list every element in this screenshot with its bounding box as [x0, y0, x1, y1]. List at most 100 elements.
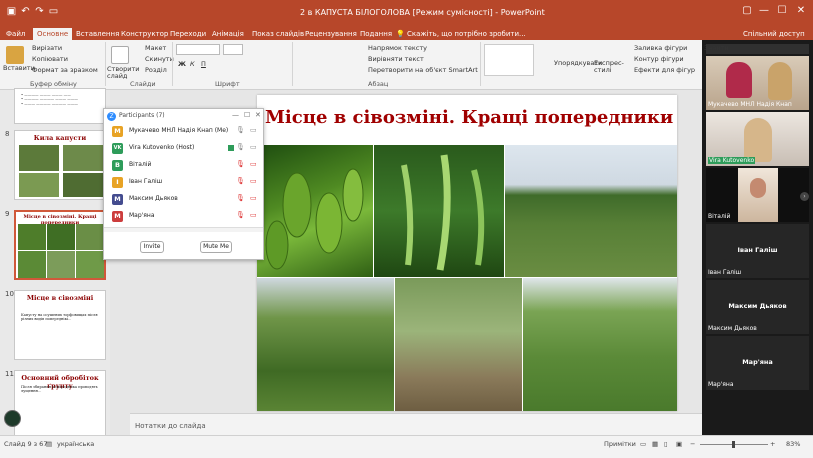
convert-smartart-button[interactable]: Перетворити на об'єкт SmartArt — [368, 66, 478, 74]
shape-effects-button[interactable]: Ефекти для фігур — [634, 66, 695, 74]
tab-file[interactable]: Файл — [6, 28, 25, 40]
thumbnail-slide-9[interactable]: Місце в сівозміні. Кращі попередники — [14, 210, 106, 280]
underline-button[interactable]: П — [201, 60, 206, 68]
field-photo — [505, 145, 677, 277]
font-size-select[interactable] — [223, 44, 243, 55]
tab-design[interactable]: Конструктор — [121, 28, 168, 40]
language-label[interactable]: українська — [57, 440, 94, 448]
mic-muted-icon[interactable]: 🎙 — [236, 211, 245, 219]
video-gallery[interactable]: Мукачево МНЛ Надія Кнап Vira Kutovenko В… — [702, 40, 813, 435]
bold-button[interactable]: Ж — [178, 60, 186, 68]
copy-button[interactable]: Копіювати — [32, 55, 68, 63]
notes-toggle-button[interactable]: Примітки — [604, 440, 636, 448]
camera-icon[interactable]: ▭ — [250, 126, 257, 134]
participant-row[interactable]: М Максим Дьяков 🎙 ▭ — [104, 191, 265, 208]
maximize-panel-icon[interactable]: ☐ — [244, 111, 250, 119]
tab-animations[interactable]: Анімація — [212, 28, 244, 40]
format-painter-button[interactable]: Формат за зразком — [32, 66, 98, 74]
share-button[interactable]: Спільний доступ — [743, 28, 805, 40]
arrange-button[interactable]: Упорядкувати — [554, 60, 602, 67]
participant-row[interactable]: М Мар'яна 🎙 ▭ — [104, 208, 265, 225]
cut-button[interactable]: Вирізати — [32, 44, 62, 52]
mic-muted-icon[interactable]: 🎙 — [236, 160, 245, 168]
camera-off-icon[interactable]: ▭ — [250, 211, 257, 219]
notes-placeholder[interactable]: Нотатки до слайда — [135, 422, 206, 430]
participants-panel[interactable]: Z Participants (7) — ☐ ✕ М Мукачево МНЛ … — [103, 108, 264, 260]
video-tile[interactable]: Мар'яна Мар'яна — [706, 336, 809, 390]
save-icon[interactable]: ▣ — [6, 6, 17, 17]
section-button[interactable]: Розділ — [145, 66, 167, 74]
video-tile[interactable]: Іван Галіш Іван Галіш — [706, 224, 809, 278]
maximize-button[interactable]: ☐ — [775, 4, 789, 18]
participant-row[interactable]: В Віталій 🎙 ▭ — [104, 157, 265, 174]
camera-off-icon[interactable]: ▭ — [250, 177, 257, 185]
close-button[interactable]: ✕ — [794, 4, 808, 18]
zoom-out-icon[interactable]: − — [690, 440, 695, 448]
shapes-gallery[interactable] — [484, 44, 534, 76]
shape-outline-button[interactable]: Контур фігури — [634, 55, 684, 63]
align-text-button[interactable]: Вирівняти текст — [368, 55, 424, 63]
scroll-arrow-icon[interactable]: › — [800, 192, 809, 201]
tab-slideshow[interactable]: Показ слайдів — [252, 28, 304, 40]
tell-me-box[interactable]: 💡 Скажіть, що потрібно зробити... — [396, 28, 526, 40]
participant-row[interactable]: М Мукачево МНЛ Надія Кнап (Me) 🎙 ▭ — [104, 123, 265, 140]
minimize-button[interactable]: — — [757, 4, 771, 18]
mic-icon[interactable]: 🎙 — [236, 126, 245, 134]
tab-transitions[interactable]: Переходи — [170, 28, 206, 40]
reading-view-icon[interactable]: ▯ — [664, 440, 668, 448]
thumbnail-slide-8[interactable]: Кила капусти — [14, 130, 106, 200]
minimize-panel-icon[interactable]: — — [232, 111, 239, 119]
reset-button[interactable]: Скинути — [145, 55, 174, 63]
tab-home[interactable]: Основне — [33, 28, 73, 40]
present-icon[interactable]: ▭ — [48, 6, 59, 17]
camera-off-icon[interactable]: ▭ — [250, 160, 257, 168]
tab-review[interactable]: Рецензування — [305, 28, 357, 40]
video-tile[interactable]: Мукачево МНЛ Надія Кнап — [706, 56, 809, 110]
spellcheck-icon[interactable]: ▤ — [46, 440, 52, 448]
thumbnail-image — [18, 251, 46, 278]
new-slide-icon[interactable] — [111, 46, 129, 64]
font-name-select[interactable] — [176, 44, 220, 55]
zoom-slider-thumb[interactable] — [732, 441, 735, 448]
video-tile[interactable]: Vira Kutovenko — [706, 112, 809, 166]
video-tile[interactable]: Віталій — [706, 168, 809, 222]
paste-button[interactable]: Вставити — [3, 64, 35, 72]
tab-view[interactable]: Подання — [360, 28, 392, 40]
tab-insert[interactable]: Вставлення — [76, 28, 119, 40]
new-slide-button[interactable]: Створити слайд — [107, 66, 140, 80]
invite-button[interactable]: Invite — [140, 241, 164, 253]
undo-icon[interactable]: ↶ — [20, 6, 31, 17]
text-direction-button[interactable]: Напрямок тексту — [368, 44, 427, 52]
normal-view-icon[interactable]: ▭ — [640, 440, 646, 448]
ribbon-display-icon[interactable]: ▢ — [740, 4, 754, 18]
video-tile[interactable]: Максим Дьяков Максим Дьяков — [706, 280, 809, 334]
thumbnail-slide-10[interactable]: Місце в сівозміні Капусту на осушених то… — [14, 290, 106, 360]
zoom-level[interactable]: 83% — [786, 440, 800, 448]
slide-title[interactable]: Місце в сівозміні. Кращі попередники — [265, 107, 675, 128]
paste-icon[interactable] — [6, 46, 24, 64]
zoom-app-icon[interactable] — [4, 410, 21, 427]
find-button[interactable]: Знайти — [704, 44, 729, 52]
thumbnail-slide-11[interactable]: Основний обробіток ґрунту Після збирання… — [14, 370, 106, 440]
zoom-in-icon[interactable]: + — [770, 440, 775, 448]
slideshow-icon[interactable]: ▣ — [676, 440, 682, 448]
slide-sorter-icon[interactable]: ▦ — [652, 440, 658, 448]
shape-fill-button[interactable]: Заливка фігури — [634, 44, 687, 52]
camera-icon[interactable]: ▭ — [250, 143, 257, 151]
slide-thumbnails-pane[interactable]: • ———— ——— ——— —— • ———— ———— ——— ——— • ——… — [0, 88, 110, 440]
mic-icon[interactable]: 🎙 — [236, 143, 245, 151]
notes-pane[interactable]: Нотатки до слайда — [130, 413, 702, 437]
quick-styles-button[interactable]: Експрес-стилі — [594, 60, 628, 74]
close-panel-icon[interactable]: ✕ — [255, 111, 261, 119]
participant-row[interactable]: VK Vira Kutovenko (Host) 🎙 ▭ — [104, 140, 265, 157]
mic-muted-icon[interactable]: 🎙 — [236, 194, 245, 202]
current-slide[interactable]: Місце в сівозміні. Кращі попередники — [257, 95, 677, 411]
participant-row[interactable]: І Іван Галіш 🎙 ▭ — [104, 174, 265, 191]
redo-icon[interactable]: ↷ — [34, 6, 45, 17]
italic-button[interactable]: К — [190, 60, 195, 68]
mic-muted-icon[interactable]: 🎙 — [236, 177, 245, 185]
mute-me-button[interactable]: Mute Me — [200, 241, 232, 253]
camera-off-icon[interactable]: ▭ — [250, 194, 257, 202]
layout-button[interactable]: Макет — [145, 44, 166, 52]
thumbnail-prev[interactable]: • ———— ——— ——— —— • ———— ———— ——— ——— • ——… — [14, 88, 106, 124]
